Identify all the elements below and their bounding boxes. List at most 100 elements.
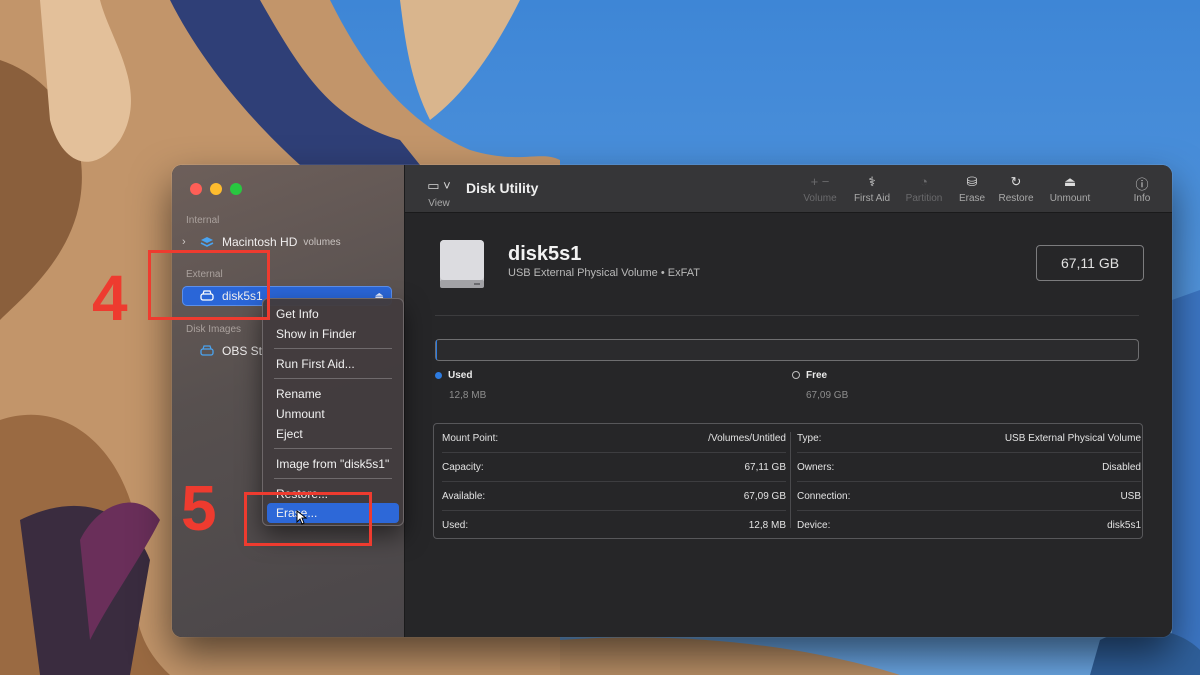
info-row: Owners: Disabled bbox=[797, 453, 1141, 482]
info-row: Available: 67,09 GB bbox=[442, 482, 786, 511]
pie-chart-icon: ◔ bbox=[920, 174, 928, 189]
sidebar-item-label: OBS St bbox=[222, 344, 263, 358]
menu-separator bbox=[274, 478, 392, 479]
info-key: Owners: bbox=[797, 461, 835, 473]
view-button[interactable]: ▭ ˅ View bbox=[423, 177, 455, 209]
disk-image-icon bbox=[200, 345, 214, 356]
used-label: Used bbox=[448, 370, 473, 381]
info-row: Device: disk5s1 bbox=[797, 511, 1141, 539]
info-key: Capacity: bbox=[442, 461, 484, 473]
sidebar-item-sublabel: volumes bbox=[303, 236, 341, 248]
unmount-button[interactable]: ⏏ Unmount bbox=[1045, 174, 1095, 204]
info-value: USB bbox=[1120, 490, 1141, 502]
drive-icon bbox=[440, 240, 484, 288]
legend-used: Used 12,8 MB bbox=[435, 370, 486, 401]
info-button[interactable]: ⓘ Info bbox=[1129, 174, 1155, 204]
partition-button[interactable]: ◔ Partition bbox=[900, 174, 948, 204]
erase-button[interactable]: ⛁ Erase bbox=[955, 174, 989, 204]
info-value: /Volumes/Untitled bbox=[708, 432, 786, 444]
info-key: Device: bbox=[797, 519, 831, 531]
info-label: Info bbox=[1133, 193, 1151, 204]
step-5-label: 5 bbox=[181, 472, 217, 544]
info-value: Disabled bbox=[1102, 461, 1141, 473]
mouse-cursor-icon bbox=[296, 510, 308, 525]
used-dot-icon bbox=[435, 372, 442, 379]
menu-item-show-in-finder[interactable]: Show in Finder bbox=[267, 324, 399, 344]
erase-label: Erase bbox=[958, 193, 986, 204]
first-aid-button[interactable]: ⚕ First Aid bbox=[849, 174, 895, 204]
step-4-label: 4 bbox=[92, 262, 128, 334]
usage-bar-used-fill bbox=[436, 340, 438, 360]
info-column-right: Type: USB External Physical Volume Owners… bbox=[797, 424, 1141, 539]
legend-free: Free 67,09 GB bbox=[792, 370, 848, 401]
used-value: 12,8 MB bbox=[449, 390, 487, 401]
info-row: Mount Point: /Volumes/Untitled bbox=[442, 424, 786, 453]
window-title: Disk Utility bbox=[466, 180, 539, 196]
menu-item-eject[interactable]: Eject bbox=[267, 424, 399, 444]
info-row: Connection: USB bbox=[797, 482, 1141, 511]
volume-button[interactable]: + − Volume bbox=[798, 174, 842, 204]
info-value: 67,11 GB bbox=[744, 461, 786, 473]
disclosure-chevron-icon[interactable]: › bbox=[182, 236, 194, 248]
menu-item-get-info[interactable]: Get Info bbox=[267, 304, 399, 324]
free-label: Free bbox=[806, 370, 828, 381]
restore-icon: ↻ bbox=[1010, 174, 1022, 189]
volume-label: Volume bbox=[803, 193, 837, 204]
menu-item-unmount[interactable]: Unmount bbox=[267, 404, 399, 424]
unmount-label: Unmount bbox=[1049, 193, 1091, 204]
info-key: Available: bbox=[442, 490, 486, 502]
info-icon: ⓘ bbox=[1135, 177, 1149, 192]
menu-separator bbox=[274, 448, 392, 449]
sidebar-item-label: Macintosh HD bbox=[222, 235, 298, 249]
main-panel: disk5s1 USB External Physical Volume • E… bbox=[405, 213, 1172, 637]
free-value: 67,09 GB bbox=[806, 390, 849, 401]
info-key: Mount Point: bbox=[442, 432, 499, 444]
stethoscope-icon: ⚕ bbox=[868, 174, 876, 189]
sidebar-toggle-icon: ▭ ˅ bbox=[427, 178, 451, 193]
sidebar-item-macintosh-hd[interactable]: › Macintosh HD volumes bbox=[182, 232, 341, 252]
info-value: 12,8 MB bbox=[748, 519, 786, 531]
free-dot-icon bbox=[792, 371, 800, 379]
info-row: Capacity: 67,11 GB bbox=[442, 453, 786, 482]
info-row: Used: 12,8 MB bbox=[442, 511, 786, 539]
volume-description: USB External Physical Volume • ExFAT bbox=[508, 267, 700, 279]
menu-item-rename[interactable]: Rename bbox=[267, 384, 399, 404]
sidebar-section-disk-images: Disk Images bbox=[186, 324, 242, 335]
close-window-button[interactable] bbox=[190, 183, 202, 195]
info-value: USB External Physical Volume bbox=[1004, 432, 1141, 444]
eject-icon: ⏏ bbox=[1063, 174, 1077, 189]
partition-label: Partition bbox=[905, 193, 943, 204]
menu-separator bbox=[274, 348, 392, 349]
step-4-highlight-box bbox=[148, 250, 270, 320]
step-5-highlight-box bbox=[244, 492, 372, 546]
view-label: View bbox=[428, 198, 450, 209]
info-column-divider bbox=[790, 432, 791, 528]
capacity-badge: 67,11 GB bbox=[1036, 245, 1144, 281]
first-aid-label: First Aid bbox=[853, 193, 891, 204]
menu-separator bbox=[274, 378, 392, 379]
sidebar-section-internal: Internal bbox=[186, 215, 220, 226]
info-key: Used: bbox=[442, 519, 469, 531]
info-key: Connection: bbox=[797, 490, 851, 502]
restore-button[interactable]: ↻ Restore bbox=[996, 174, 1036, 204]
erase-drive-icon: ⛁ bbox=[966, 174, 978, 189]
minimize-window-button[interactable] bbox=[210, 183, 222, 195]
info-key: Type: bbox=[797, 432, 822, 444]
restore-label: Restore bbox=[998, 193, 1034, 204]
info-row: Type: USB External Physical Volume bbox=[797, 424, 1141, 453]
info-value: 67,09 GB bbox=[743, 490, 786, 502]
divider bbox=[435, 315, 1139, 316]
toolbar: ▭ ˅ View Disk Utility + − Volume ⚕ First… bbox=[405, 165, 1172, 213]
menu-item-run-first-aid[interactable]: Run First Aid... bbox=[267, 354, 399, 374]
menu-item-image-from[interactable]: Image from "disk5s1" bbox=[267, 454, 399, 474]
sidebar-item-obs[interactable]: OBS St bbox=[182, 341, 262, 361]
usage-bar bbox=[435, 339, 1139, 361]
volume-info-table: Mount Point: /Volumes/Untitled Capacity: 6… bbox=[433, 423, 1143, 539]
info-value: disk5s1 bbox=[1107, 519, 1141, 531]
zoom-window-button[interactable] bbox=[230, 183, 242, 195]
volume-stack-icon bbox=[200, 237, 214, 247]
info-column-left: Mount Point: /Volumes/Untitled Capacity: 6… bbox=[442, 424, 786, 539]
window-controls bbox=[190, 183, 242, 195]
plus-minus-icon: + − bbox=[810, 174, 830, 189]
volume-name: disk5s1 bbox=[508, 243, 582, 265]
